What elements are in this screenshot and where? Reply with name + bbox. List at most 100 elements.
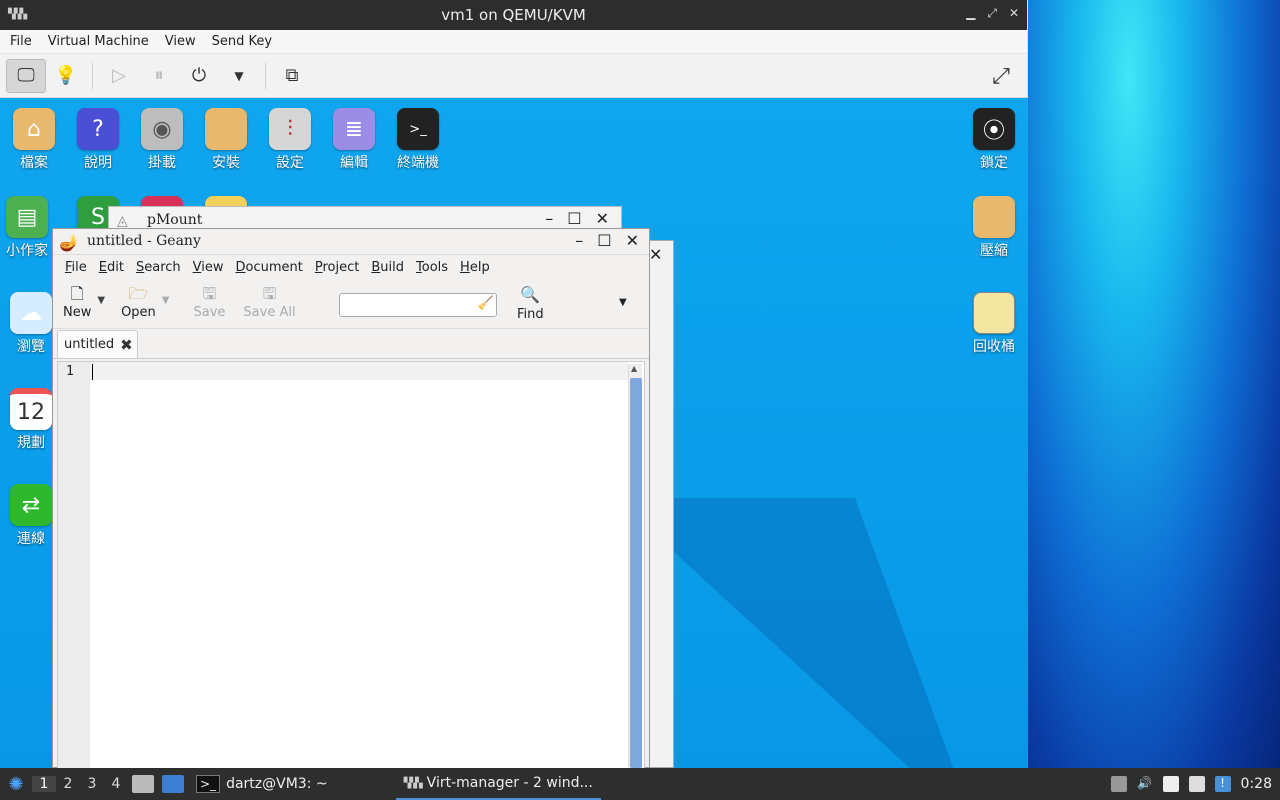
vm-window-title: vm1 on QEMU/KVM	[441, 6, 586, 24]
start-menu-button[interactable]: ✺	[0, 768, 32, 800]
desktop-icon-calendar[interactable]: 12 規劃	[4, 388, 58, 452]
close-tab-icon[interactable]: ✖	[120, 336, 133, 354]
workspace-4[interactable]: 4	[104, 776, 128, 792]
task-virt-manager[interactable]: ▚▚▚ Virt-manager - 2 wind...	[395, 768, 601, 800]
terminal-icon: >_	[397, 108, 439, 150]
close-icon[interactable]: ✕	[596, 209, 609, 228]
menu-virtual-machine[interactable]: Virtual Machine	[48, 34, 149, 49]
pause-button[interactable]: ⏸	[139, 59, 179, 93]
line-number: 1	[66, 364, 74, 379]
line-number-gutter: 1	[58, 362, 90, 768]
menu-search[interactable]: Search	[136, 260, 181, 275]
vertical-scrollbar[interactable]: ▲	[628, 364, 642, 768]
code-editor[interactable]: 1 ▲	[57, 361, 645, 769]
fullscreen-button[interactable]: ⤢	[985, 60, 1017, 92]
save-all-button[interactable]: 🖫 Save All	[237, 283, 301, 320]
find-button[interactable]: 🔍 Find	[511, 285, 550, 322]
power-button[interactable]: ⏻	[179, 59, 219, 93]
menu-project[interactable]: Project	[315, 260, 360, 275]
start-logo-icon: ✺	[8, 773, 24, 795]
open-button[interactable]: 🗁 Open	[115, 283, 162, 320]
workspace-3[interactable]: 3	[80, 776, 104, 792]
scrollbar-thumb[interactable]	[630, 378, 642, 768]
show-desktop-icon[interactable]	[132, 775, 154, 793]
current-line-highlight	[90, 362, 628, 380]
clear-brush-icon[interactable]: 🧹	[478, 296, 494, 311]
close-icon[interactable]: ✕	[626, 231, 639, 250]
menu-file[interactable]: File	[65, 260, 87, 275]
maximize-icon[interactable]: ☐	[567, 209, 581, 228]
minimize-icon[interactable]: ▁	[966, 6, 975, 21]
workspace-2[interactable]: 2	[56, 776, 80, 792]
save-button[interactable]: 🖫 Save	[188, 283, 232, 320]
details-button[interactable]: 💡	[46, 59, 86, 93]
menu-document[interactable]: Document	[236, 260, 303, 275]
network-icon[interactable]	[1188, 776, 1205, 792]
home-folder-icon: ⌂	[13, 108, 55, 150]
desktop-icon-editor[interactable]: ≣ 編輯	[327, 108, 381, 172]
toolbar-overflow-icon[interactable]: ▼	[619, 297, 627, 308]
notification-icon[interactable]: !	[1214, 776, 1231, 792]
clipboard-icon[interactable]	[1162, 776, 1179, 792]
desktop-icon-help[interactable]: ? 說明	[71, 108, 125, 172]
menu-view[interactable]: View	[165, 34, 196, 49]
taskbar: ✺ 1 2 3 4 >_ dartz@VM3: ~ ▚▚▚ Virt-manag…	[0, 768, 1280, 800]
eject-icon[interactable]	[1110, 776, 1127, 792]
scroll-up-icon[interactable]: ▲	[631, 364, 637, 373]
maximize-icon[interactable]: ☐	[597, 231, 611, 250]
open-dropdown-icon[interactable]: ▼	[162, 295, 170, 306]
workspace-1[interactable]: 1	[32, 776, 56, 792]
new-button[interactable]: 🗋 New	[57, 283, 97, 320]
desktop-icon-browser[interactable]: ☁ 瀏覽	[4, 292, 58, 356]
desktop-icon-terminal[interactable]: >_ 終端機	[391, 108, 445, 172]
menu-build[interactable]: Build	[371, 260, 404, 275]
screens-icon: ⧉	[285, 65, 299, 86]
menu-help[interactable]: Help	[460, 260, 490, 275]
pause-icon: ⏸	[154, 65, 164, 86]
save-all-icon: 🖫	[262, 284, 277, 303]
desktop-icon-archive[interactable]: 壓縮	[967, 196, 1021, 260]
menu-edit[interactable]: Edit	[99, 260, 124, 275]
desktop-icon-files[interactable]: ⌂ 檔案	[7, 108, 61, 172]
desktop-icon-trash[interactable]: 回收桶	[967, 292, 1021, 356]
clock[interactable]: 0:28	[1241, 776, 1272, 792]
geany-lamp-icon: 🪔	[59, 233, 79, 252]
writer-icon: ▤	[6, 196, 48, 238]
pmount-title: pMount	[147, 212, 203, 228]
desktop-icon-connection[interactable]: ⇄ 連線	[4, 484, 58, 548]
close-icon[interactable]: ✕	[649, 245, 662, 264]
desktop-icon-install[interactable]: 安裝	[199, 108, 253, 172]
search-input[interactable]: 🧹	[339, 293, 497, 317]
console-button[interactable]: 🖵	[6, 58, 46, 93]
screens-button[interactable]: ⧉	[272, 59, 312, 93]
vm-titlebar: ▚▚▚ vm1 on QEMU/KVM ▁ ⤢ ✕	[0, 0, 1027, 30]
close-icon[interactable]: ✕	[1009, 6, 1019, 21]
virt-manager-icon: ▚▚▚	[403, 777, 423, 789]
minimize-icon[interactable]: –	[545, 209, 553, 228]
monitor-icon: 🖵	[17, 65, 35, 86]
desktop-icon-settings[interactable]: ⫶ 設定	[263, 108, 317, 172]
power-icon: ⏻	[191, 65, 207, 86]
desktop-icon-writer[interactable]: ▤ 小作家	[0, 196, 54, 260]
help-icon: ?	[77, 108, 119, 150]
task-terminal[interactable]: >_ dartz@VM3: ~	[188, 768, 336, 800]
system-tray: 🔊 ! 0:28	[1110, 768, 1280, 800]
geany-window-title: untitled - Geany	[87, 233, 201, 249]
desktop-icon-lock[interactable]: ⦿ 鎖定	[967, 108, 1021, 172]
new-dropdown-icon[interactable]: ▼	[97, 295, 105, 306]
power-menu-button[interactable]: ▼	[219, 59, 259, 93]
menu-tools[interactable]: Tools	[416, 260, 448, 275]
menu-view[interactable]: View	[193, 260, 224, 275]
volume-icon[interactable]: 🔊	[1137, 776, 1153, 792]
geany-window: 🪔 untitled - Geany – ☐ ✕ File Edit Searc…	[52, 228, 650, 769]
cloud-icon: ☁	[10, 292, 52, 334]
restore-icon[interactable]: ⤢	[987, 6, 997, 21]
desktop-icon-mount[interactable]: ◉ 掛載	[135, 108, 189, 172]
minimize-icon[interactable]: –	[575, 231, 583, 250]
run-button[interactable]: ▷	[99, 59, 139, 93]
menu-file[interactable]: File	[10, 34, 32, 49]
tab-untitled[interactable]: untitled ✖	[57, 330, 138, 358]
file-manager-icon[interactable]	[162, 775, 184, 793]
menu-send-key[interactable]: Send Key	[212, 34, 272, 49]
save-icon: 🖫	[202, 284, 217, 303]
